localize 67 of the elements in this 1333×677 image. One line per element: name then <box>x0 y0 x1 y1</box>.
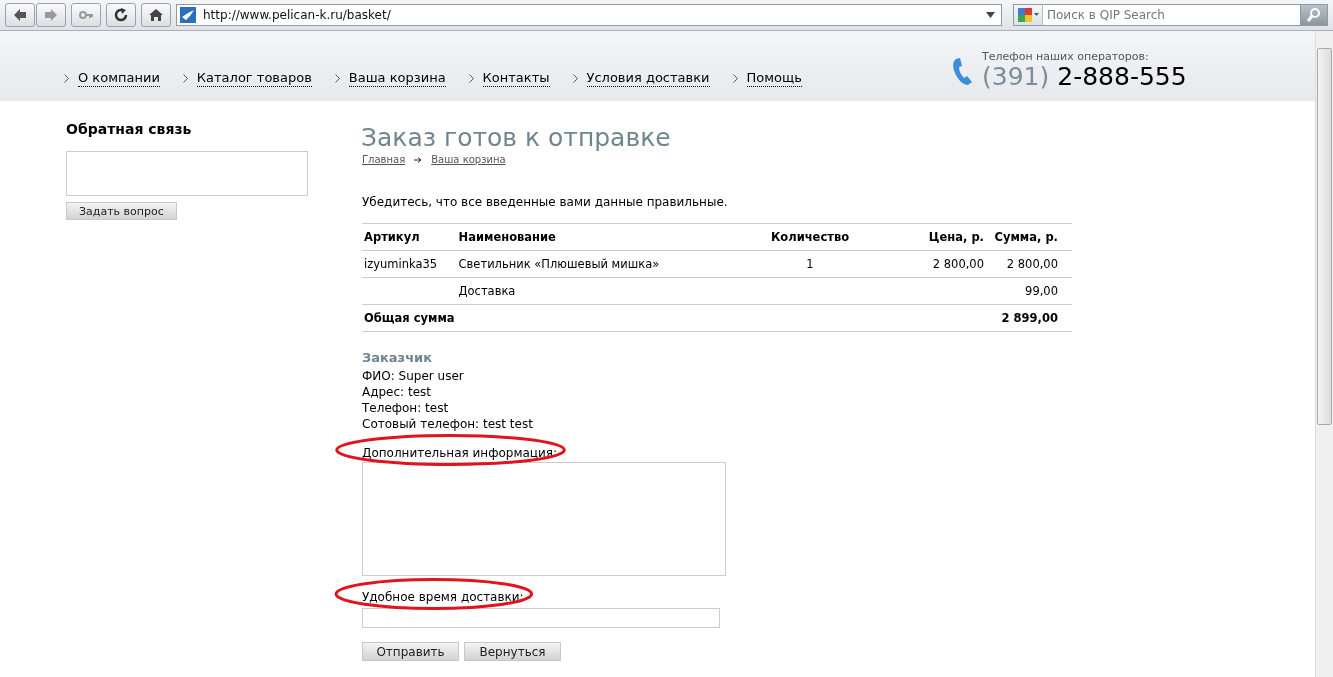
customer-info: ФИО: Super user <box>362 368 464 384</box>
address-bar[interactable]: http://www.pelican-k.ru/basket/ <box>176 4 1002 26</box>
back-button[interactable] <box>5 3 35 27</box>
field-label: Дополнительная информация: <box>362 446 558 460</box>
nav-link[interactable]: Контакты <box>482 70 550 87</box>
reload-button[interactable] <box>106 3 136 27</box>
phone-code: (391) <box>982 62 1050 91</box>
intro-text: Убедитесь, что все введенные вами данные правильные. <box>362 195 728 209</box>
search-icon <box>1306 7 1322 23</box>
table-cell: Доставка <box>456 277 750 305</box>
info-field[interactable] <box>362 462 726 576</box>
forward-icon <box>43 7 59 23</box>
search-field[interactable]: Поиск в QIP Search <box>1043 4 1300 26</box>
column-header: Цена, р. <box>872 223 986 251</box>
section-title: Заказчик <box>362 350 432 365</box>
nav-link[interactable]: Помощь <box>746 70 802 87</box>
phone-number: 2-888-555 <box>1057 62 1187 91</box>
site-icon <box>180 7 196 23</box>
chevron-icon <box>572 74 578 83</box>
home-icon <box>148 7 164 23</box>
chevron-icon <box>468 74 474 83</box>
column-header: Сумма, р. <box>986 223 1072 251</box>
total-cell: Общая сумма <box>362 304 457 332</box>
column-header: Количество <box>750 223 872 251</box>
customer-info: Адрес: test <box>362 384 431 400</box>
submit-button[interactable]: Отправить <box>362 642 459 661</box>
chevron-icon <box>732 74 738 83</box>
search-button[interactable] <box>1300 4 1328 26</box>
nav-link[interactable]: Условия доставки <box>586 70 710 87</box>
breadcrumb-link[interactable]: Ваша корзина <box>431 154 506 165</box>
customer-info: Сотовый телефон: test test <box>362 416 533 432</box>
phone-icon <box>952 57 974 87</box>
table-cell: Светильник «Плюшевый мишка» <box>456 250 750 278</box>
sidebar-title: Обратная связь <box>66 121 192 137</box>
customer-info: Телефон: test <box>362 400 449 416</box>
total-cell: 2 899,00 <box>986 304 1072 332</box>
search-engine-button[interactable] <box>1013 4 1043 26</box>
ask-question-button[interactable]: Задать вопрос <box>66 202 177 220</box>
table-cell: 2 800,00 <box>872 250 986 278</box>
page-title: Заказ готов к отправке <box>361 123 671 153</box>
scrollbar[interactable] <box>1315 31 1333 677</box>
question-field[interactable] <box>66 151 308 196</box>
column-header: Наименование <box>456 223 750 251</box>
nav-link[interactable]: О компании <box>78 70 160 87</box>
search-engine-icon <box>1017 7 1039 23</box>
nav-link[interactable]: Каталог товаров <box>196 70 312 87</box>
field-label: Удобное время доставки: <box>362 590 524 604</box>
phone-caption: Телефон наших операторов: <box>982 50 1150 63</box>
delivery-time-field[interactable] <box>362 608 720 628</box>
key-button[interactable] <box>71 3 101 27</box>
table-cell: 2 800,00 <box>986 250 1072 278</box>
chevron-icon <box>64 74 69 83</box>
chevron-icon <box>334 74 340 83</box>
table-cell: 1 <box>750 250 872 278</box>
dropdown-icon <box>986 12 995 18</box>
chevron-icon <box>182 74 188 83</box>
nav-link[interactable]: Ваша корзина <box>348 70 446 87</box>
back-icon <box>12 7 28 23</box>
url-text: http://www.pelican-k.ru/basket/ <box>203 8 392 22</box>
table-cell: 99,00 <box>986 277 1072 305</box>
column-header: Артикул <box>362 223 457 251</box>
reload-icon <box>113 7 129 23</box>
table-cell: izyuminka35 <box>362 250 457 278</box>
back-button[interactable]: Вернуться <box>464 642 561 661</box>
breadcrumb-link[interactable]: Главная <box>362 154 406 165</box>
home-button[interactable] <box>141 3 171 27</box>
arrow-icon <box>414 156 423 163</box>
